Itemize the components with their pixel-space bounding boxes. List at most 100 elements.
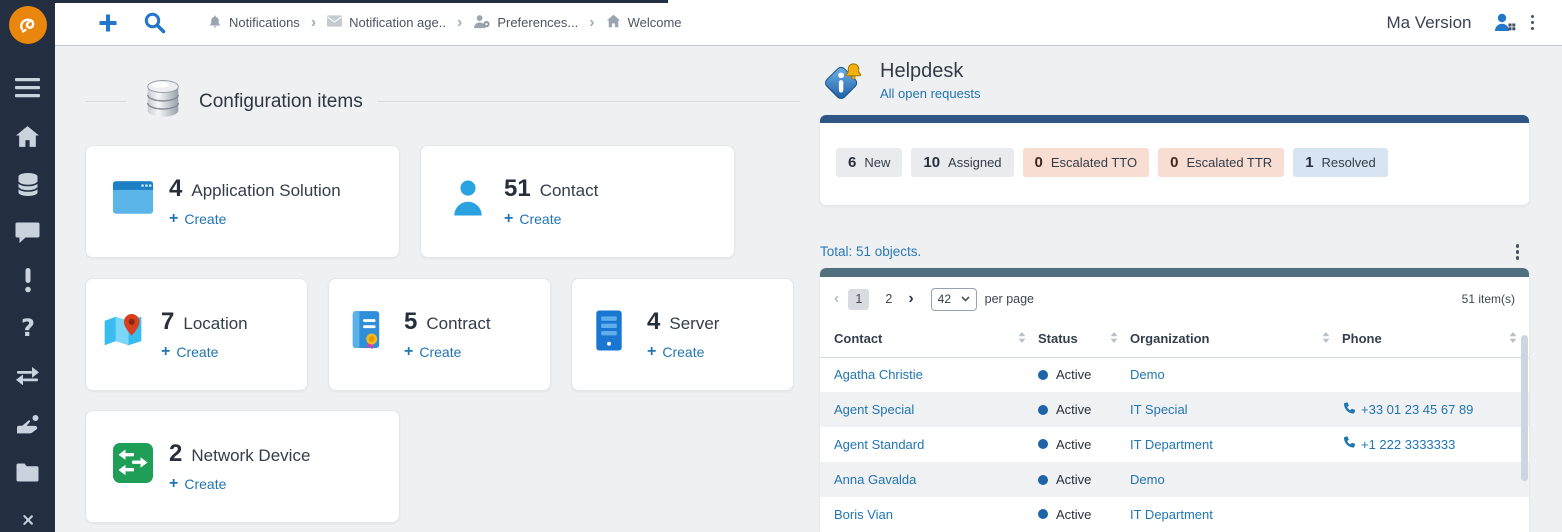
tools-icon bbox=[16, 513, 40, 532]
table-scrollbar[interactable] bbox=[1521, 335, 1528, 481]
service-hand-icon bbox=[15, 414, 41, 439]
badge-label: Assigned bbox=[948, 155, 1001, 170]
helpdesk-section: Helpdesk All open requests 6New10Assigne… bbox=[820, 46, 1529, 532]
breadcrumb-label: Welcome bbox=[628, 15, 682, 30]
contact-link[interactable]: Agent Special bbox=[834, 402, 914, 417]
sort-icon[interactable] bbox=[1110, 331, 1118, 346]
all-open-requests-link[interactable]: All open requests bbox=[880, 86, 980, 101]
breadcrumb-chevron-icon: › bbox=[311, 14, 316, 32]
sidebar: ? bbox=[0, 0, 55, 532]
badge-count: 0 bbox=[1170, 154, 1178, 171]
config-card-location[interactable]: 7Location+Create bbox=[85, 278, 308, 391]
helpdesk-badge-assigned[interactable]: 10Assigned bbox=[911, 148, 1013, 177]
helpdesk-badge-new[interactable]: 6New bbox=[836, 148, 902, 177]
create-link-network-device[interactable]: +Create bbox=[169, 475, 310, 493]
home-icon bbox=[15, 125, 40, 153]
database-3d-icon bbox=[141, 76, 185, 127]
card-count: 2 bbox=[169, 440, 182, 468]
badge-label: New bbox=[864, 155, 890, 170]
panel-accent-bar bbox=[820, 115, 1529, 123]
quick-create-button[interactable] bbox=[97, 12, 119, 34]
topbar: Notifications›Notification age..›Prefere… bbox=[55, 0, 1562, 46]
config-card-contact[interactable]: 51Contact+Create bbox=[420, 145, 735, 258]
next-page-button[interactable]: › bbox=[908, 290, 913, 308]
organization-link[interactable]: Demo bbox=[1130, 367, 1165, 382]
breadcrumb-label: Notifications bbox=[229, 15, 300, 30]
sidebar-item-hamburger-menu[interactable] bbox=[15, 78, 40, 103]
panel-accent-bar bbox=[820, 268, 1529, 277]
global-search-button[interactable] bbox=[143, 11, 166, 34]
per-page-value: 42 bbox=[938, 292, 951, 306]
config-card-network-device[interactable]: 2Network Device+Create bbox=[85, 410, 400, 523]
breadcrumb-item-welcome[interactable]: Welcome bbox=[606, 14, 682, 31]
card-count: 4 bbox=[169, 175, 182, 203]
create-link-contact[interactable]: +Create bbox=[504, 210, 598, 228]
helpdesk-badge-escalated-tto[interactable]: 0Escalated TTO bbox=[1023, 148, 1150, 177]
contact-link[interactable]: Anna Gavalda bbox=[834, 472, 916, 487]
status-dot bbox=[1038, 509, 1048, 519]
sidebar-item-transfer[interactable] bbox=[15, 366, 40, 391]
plus-icon bbox=[97, 12, 119, 34]
card-label: Server bbox=[669, 314, 719, 334]
folder-icon bbox=[15, 462, 40, 487]
organization-link[interactable]: Demo bbox=[1130, 472, 1165, 487]
contact-link[interactable]: Agatha Christie bbox=[834, 367, 923, 382]
contact-link[interactable]: Boris Vian bbox=[834, 507, 893, 522]
config-card-contract[interactable]: 5Contract+Create bbox=[328, 278, 551, 391]
status-dot bbox=[1038, 405, 1048, 415]
sidebar-item-database[interactable] bbox=[15, 174, 40, 199]
phone-link[interactable]: +33 01 23 45 67 89 bbox=[1361, 402, 1473, 417]
user-organization-icon bbox=[1494, 13, 1517, 32]
status-label: Active bbox=[1056, 402, 1091, 417]
column-header-organization[interactable]: Organization bbox=[1130, 321, 1342, 357]
column-header-status[interactable]: Status bbox=[1038, 321, 1130, 357]
create-link-server[interactable]: +Create bbox=[647, 343, 719, 361]
sidebar-item-tools[interactable] bbox=[15, 510, 40, 532]
sidebar-item-alert[interactable] bbox=[15, 270, 40, 295]
column-header-contact[interactable]: Contact bbox=[820, 321, 1038, 357]
sort-icon[interactable] bbox=[1509, 331, 1517, 346]
contacts-table-panel: ‹ 12 › 42 per page 51 item(s) ContactSta… bbox=[820, 268, 1529, 532]
topbar-kebab-menu[interactable] bbox=[1531, 15, 1535, 31]
table-row-agent-standard: Agent Standard Active IT Department +1 222 … bbox=[820, 427, 1529, 462]
status-dot bbox=[1038, 439, 1048, 449]
sort-icon[interactable] bbox=[1322, 331, 1330, 346]
card-label: Location bbox=[183, 314, 247, 334]
sidebar-item-help[interactable]: ? bbox=[15, 318, 40, 343]
contact-link[interactable]: Agent Standard bbox=[834, 437, 924, 452]
breadcrumb-item-preferences-[interactable]: Preferences... bbox=[473, 14, 578, 32]
objects-total-row: Total: 51 objects. bbox=[820, 244, 1529, 260]
sidebar-item-service-hand[interactable] bbox=[15, 414, 40, 439]
sidebar-item-home[interactable] bbox=[15, 126, 40, 151]
config-card-server[interactable]: 4Server+Create bbox=[571, 278, 794, 391]
card-label: Contract bbox=[426, 314, 490, 334]
column-label: Status bbox=[1038, 331, 1078, 346]
breadcrumb-label: Notification age.. bbox=[349, 15, 446, 30]
organization-link[interactable]: IT Department bbox=[1130, 437, 1213, 452]
itop-logo[interactable] bbox=[9, 6, 47, 44]
create-link-application-solution[interactable]: +Create bbox=[169, 210, 341, 228]
objects-kebab-menu[interactable] bbox=[1516, 244, 1520, 260]
person-icon bbox=[446, 178, 490, 218]
create-link-location[interactable]: +Create bbox=[161, 343, 248, 361]
user-menu-button[interactable] bbox=[1494, 13, 1517, 32]
page-1-button[interactable]: 1 bbox=[848, 289, 869, 310]
per-page-select[interactable]: 42 bbox=[931, 288, 977, 311]
helpdesk-badge-resolved[interactable]: 1Resolved bbox=[1293, 148, 1388, 177]
page-2-button[interactable]: 2 bbox=[878, 289, 899, 310]
organization-link[interactable]: IT Department bbox=[1130, 507, 1213, 522]
config-card-application-solution[interactable]: 4Application Solution+Create bbox=[85, 145, 400, 258]
badge-count: 0 bbox=[1035, 154, 1043, 171]
column-header-phone[interactable]: Phone bbox=[1342, 321, 1529, 357]
status-label: Active bbox=[1056, 437, 1091, 452]
breadcrumb-item-notification-age-[interactable]: Notification age.. bbox=[327, 15, 446, 30]
phone-link[interactable]: +1 222 3333333 bbox=[1361, 437, 1455, 452]
sidebar-item-chat[interactable] bbox=[15, 222, 40, 247]
breadcrumb-item-notifications[interactable]: Notifications bbox=[208, 14, 300, 32]
create-link-contract[interactable]: +Create bbox=[404, 343, 491, 361]
sort-icon[interactable] bbox=[1018, 331, 1026, 346]
help-icon: ? bbox=[19, 315, 37, 346]
organization-link[interactable]: IT Special bbox=[1130, 402, 1188, 417]
helpdesk-badge-escalated-ttr[interactable]: 0Escalated TTR bbox=[1158, 148, 1284, 177]
sidebar-item-folder[interactable] bbox=[15, 462, 40, 487]
